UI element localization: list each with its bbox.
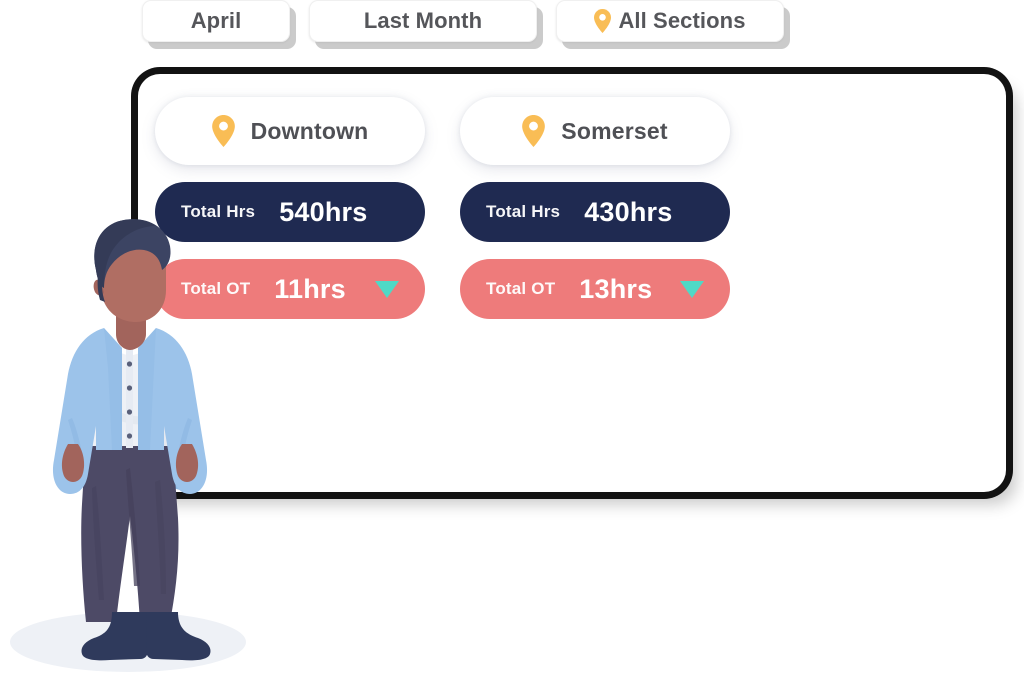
map-pin-icon	[594, 9, 612, 33]
stat-value: 540hrs	[279, 196, 368, 227]
filter-chip-section[interactable]: All Sections	[556, 0, 784, 42]
stat-label: Total Hrs	[486, 202, 561, 221]
down-triangle-icon	[375, 280, 399, 298]
location-name: Somerset	[561, 117, 668, 144]
location-pill-somerset[interactable]: Somerset	[460, 97, 730, 165]
filter-chip-period-label: Last Month	[363, 8, 483, 33]
stat-total-overtime-somerset[interactable]: Total OT 13hrs	[460, 259, 730, 319]
stat-value: 13hrs	[579, 273, 653, 304]
stat-total-hours-somerset[interactable]: Total Hrs 430hrs	[460, 182, 730, 242]
map-pin-icon	[211, 115, 235, 147]
stat-total-hours-downtown[interactable]: Total Hrs 540hrs	[155, 182, 425, 242]
filter-chip-period[interactable]: Last Month	[309, 0, 537, 42]
location-name: Downtown	[250, 117, 369, 144]
filter-bar: April Last Month All Sections	[142, 0, 784, 42]
location-pill-downtown[interactable]: Downtown	[155, 97, 425, 165]
stat-label: Total OT	[486, 279, 556, 298]
stat-value: 430hrs	[584, 196, 673, 227]
filter-chip-month[interactable]: April	[142, 0, 290, 42]
filter-chip-month-label: April	[190, 8, 242, 33]
stat-value: 11hrs	[274, 273, 346, 304]
screen-root: April Last Month All Sections Downtown S…	[0, 0, 1024, 680]
stat-label: Total OT	[181, 279, 251, 298]
stat-label: Total Hrs	[181, 202, 256, 221]
filter-chip-section-label: All Sections	[618, 8, 746, 33]
stat-total-overtime-downtown[interactable]: Total OT 11hrs	[155, 259, 425, 319]
map-pin-icon	[522, 115, 546, 147]
metrics-grid: Downtown Somerset Total Hrs 540hrs Total…	[155, 97, 730, 319]
down-triangle-icon	[680, 280, 704, 298]
